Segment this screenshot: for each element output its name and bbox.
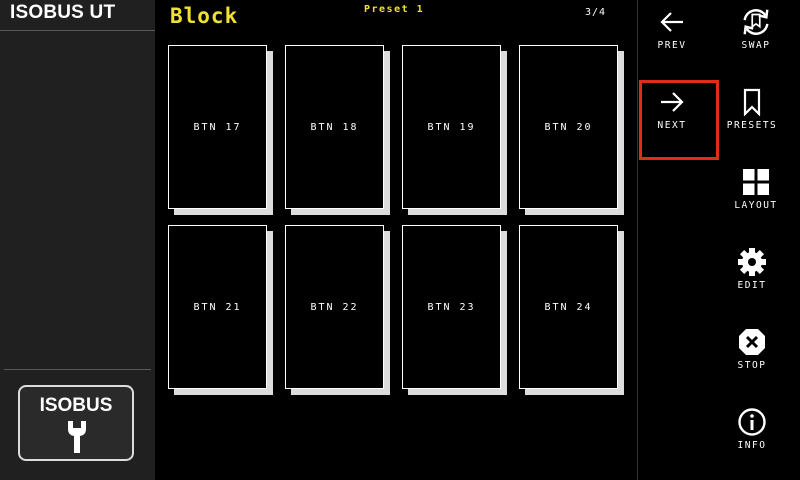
grid-button-label: BTN 19 — [427, 121, 476, 133]
grid-button[interactable]: BTN 23 — [402, 225, 501, 389]
page-indicator: 3/4 — [585, 7, 607, 18]
info-label: INFO — [737, 440, 767, 451]
stop-icon — [739, 329, 765, 355]
swap-label: SWAP — [741, 40, 771, 51]
info-icon — [738, 408, 766, 436]
grid-button[interactable]: BTN 19 — [402, 45, 501, 209]
wrench-icon — [68, 421, 86, 453]
layout-button[interactable]: LAYOUT — [716, 160, 796, 240]
presets-label: PRESETS — [726, 120, 778, 131]
grid-button[interactable]: BTN 22 — [285, 225, 384, 389]
grid-button-label: BTN 21 — [193, 301, 242, 313]
grid-button[interactable]: BTN 21 — [168, 225, 267, 389]
grid-button[interactable]: BTN 18 — [285, 45, 384, 209]
swap-icon — [743, 9, 769, 35]
gear-icon — [738, 248, 766, 276]
isobus-label: ISOBUS — [39, 395, 113, 416]
info-button[interactable]: INFO — [712, 400, 792, 480]
divider — [0, 30, 155, 31]
stop-label: STOP — [737, 360, 767, 371]
prev-label: PREV — [657, 40, 687, 51]
prev-button[interactable]: PREV — [632, 0, 712, 80]
grid-icon — [743, 169, 769, 195]
grid-button-label: BTN 18 — [310, 121, 359, 133]
arrow-left-icon — [660, 12, 683, 32]
edit-label: EDIT — [737, 280, 767, 291]
stop-button[interactable]: STOP — [712, 320, 792, 400]
grid-button-label: BTN 20 — [544, 121, 593, 133]
left-panel: ISOBUS UT ISOBUS — [0, 0, 155, 480]
page-title: Block — [170, 4, 239, 28]
grid-button-label: BTN 24 — [544, 301, 593, 313]
divider — [4, 369, 151, 370]
next-label: NEXT — [657, 120, 687, 131]
isobus-button[interactable]: ISOBUS — [18, 385, 134, 461]
bookmark-icon — [743, 88, 761, 116]
layout-label: LAYOUT — [734, 200, 778, 211]
grid-button[interactable]: BTN 20 — [519, 45, 618, 209]
grid-button-label: BTN 22 — [310, 301, 359, 313]
grid-button-label: BTN 23 — [427, 301, 476, 313]
swap-button[interactable]: SWAP — [716, 0, 796, 80]
grid-button-label: BTN 17 — [193, 121, 242, 133]
arrow-right-icon — [661, 92, 684, 112]
grid-button[interactable]: BTN 17 — [168, 45, 267, 209]
grid-button[interactable]: BTN 24 — [519, 225, 618, 389]
app-title: ISOBUS UT — [10, 2, 116, 23]
next-button[interactable]: NEXT — [632, 80, 712, 160]
edit-button[interactable]: EDIT — [712, 240, 792, 320]
preset-label: Preset 1 — [364, 4, 425, 15]
presets-button[interactable]: PRESETS — [712, 80, 792, 160]
